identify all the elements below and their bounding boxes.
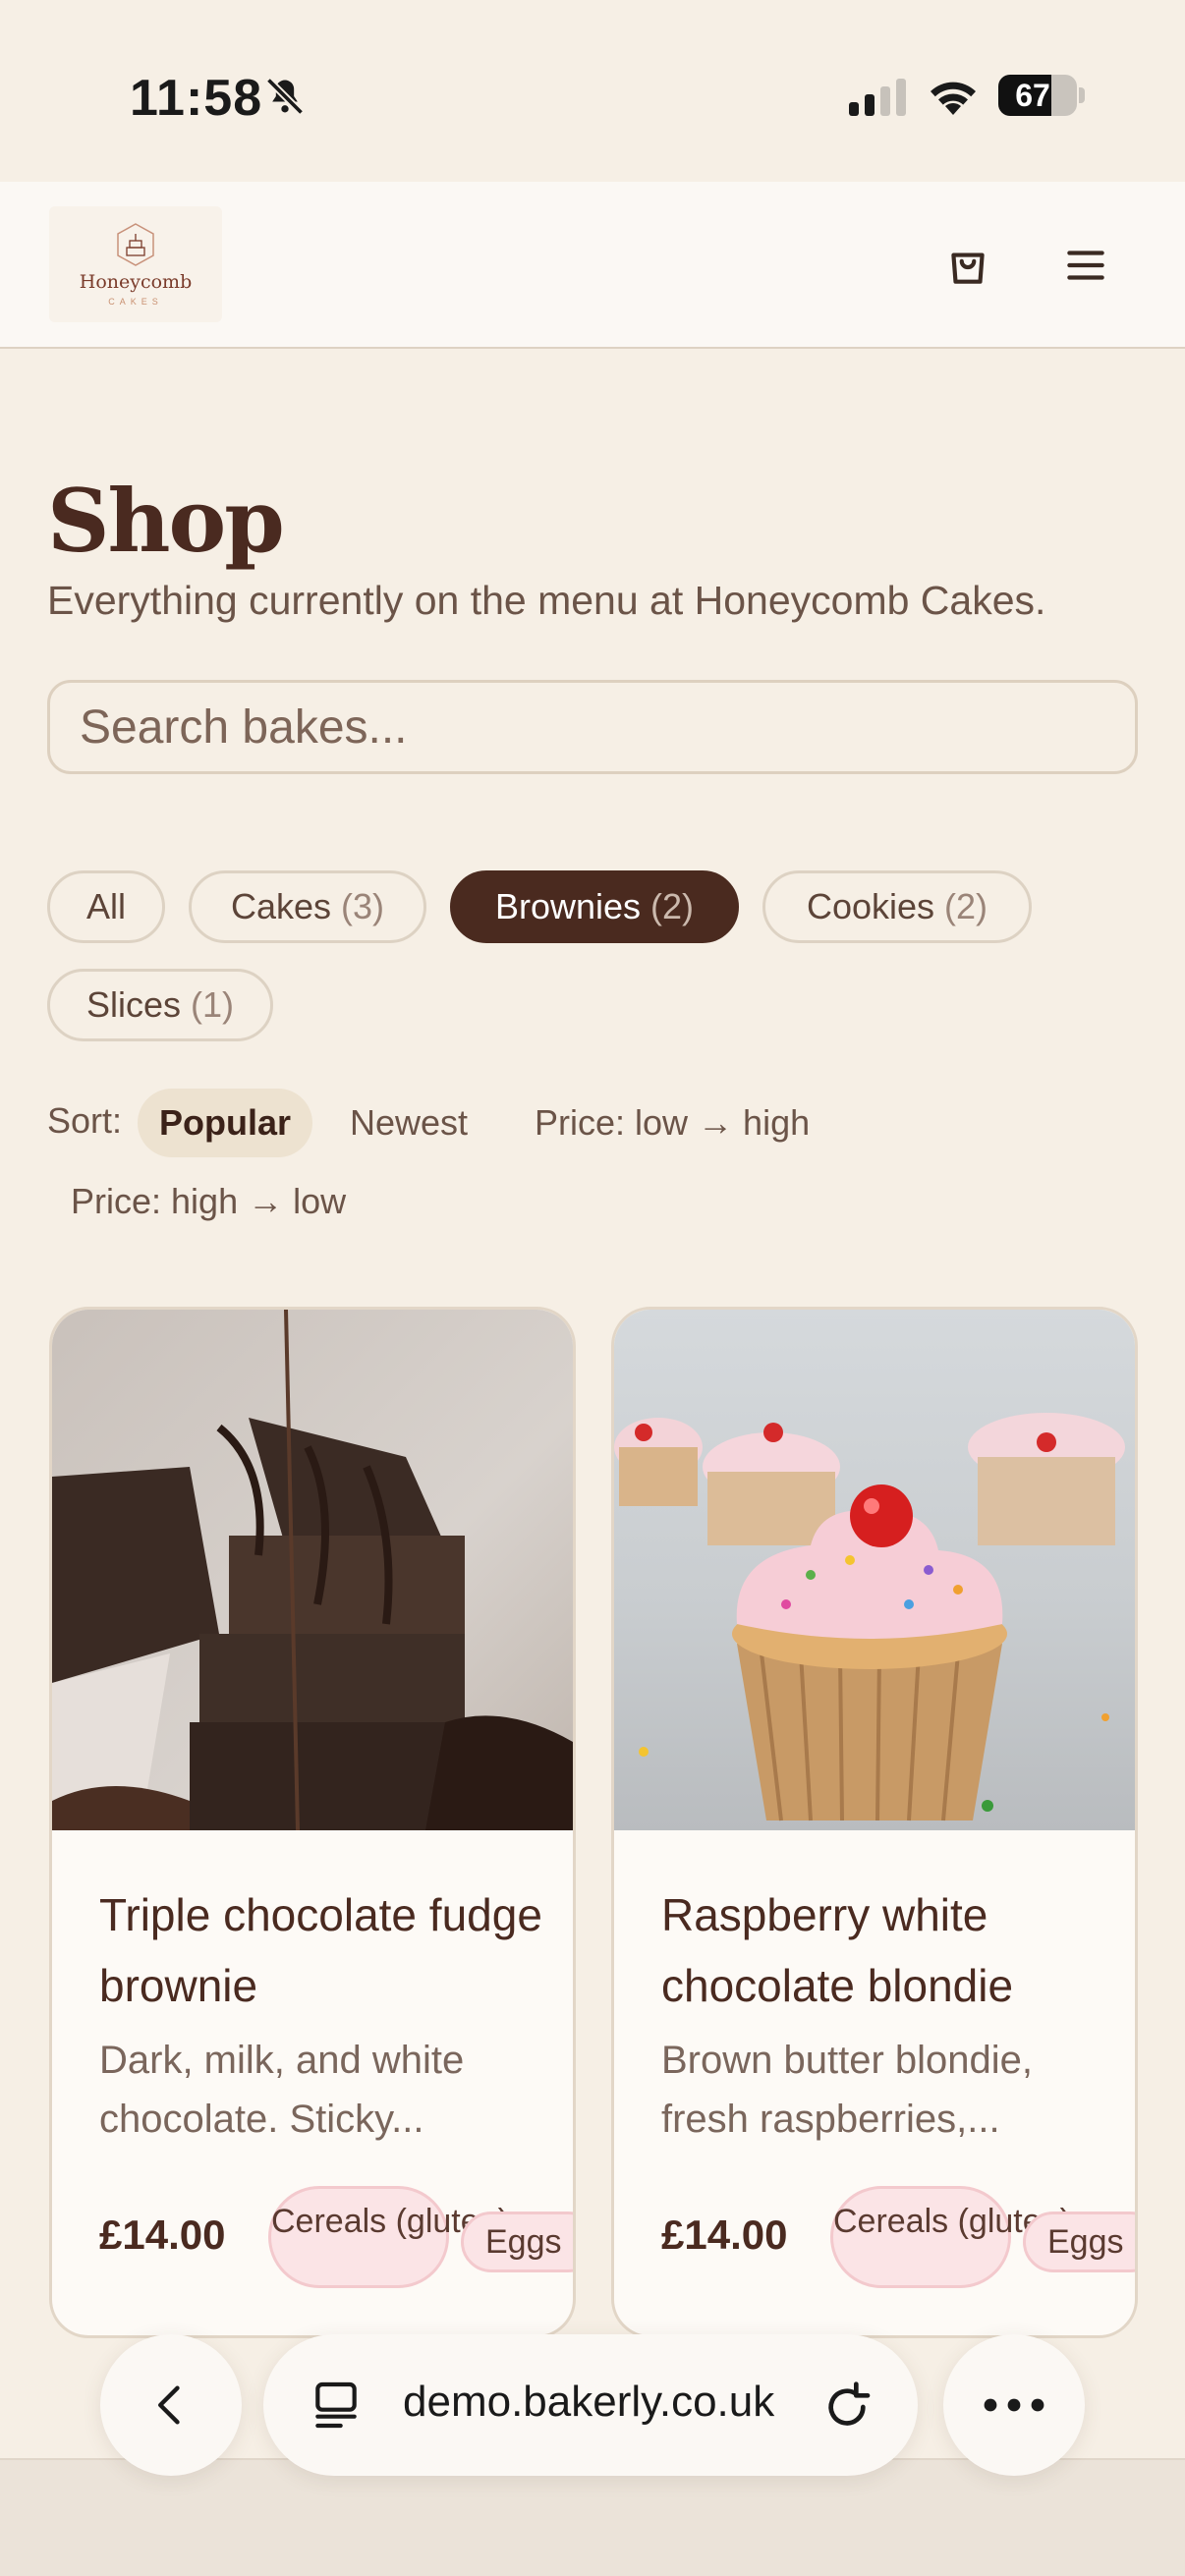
product-price: £14.00 [661, 2212, 788, 2258]
page-title: Shop [47, 470, 285, 572]
product-description: Brown butter blondie, fresh raspberries,… [661, 2039, 1034, 2141]
product-image-brownie [52, 1310, 573, 1830]
sort-option-price-low-high[interactable]: Price: low → high [513, 1089, 831, 1157]
filter-count: (3) [341, 886, 385, 926]
url-text: demo.bakerly.co.uk [403, 2378, 775, 2426]
allergen-tag: Cereals (gluten) [268, 2186, 509, 2288]
address-bar[interactable]: demo.bakerly.co.uk [263, 2334, 918, 2476]
filter-count: (2) [650, 886, 695, 926]
filter-chip-brownies[interactable]: Brownies (2) [450, 870, 739, 943]
allergen-tag: Eggs [1023, 2212, 1135, 2272]
logo-text: Honeycomb [79, 271, 193, 293]
sort-option-newest[interactable]: Newest [328, 1089, 489, 1157]
filter-label: Cookies [806, 886, 935, 926]
logo[interactable]: Honeycomb CAKES [49, 206, 222, 322]
site-header: Honeycomb CAKES [0, 182, 1185, 349]
logo-emblem-icon [117, 223, 154, 266]
menu-icon[interactable] [1061, 241, 1110, 290]
product-name[interactable]: Raspberry white chocolate blondie [661, 1879, 1113, 2021]
cart-icon[interactable] [943, 241, 992, 290]
search-input[interactable] [47, 680, 1138, 774]
filter-chip-cookies[interactable]: Cookies (2) [762, 870, 1032, 943]
logo-subtext: CAKES [108, 297, 163, 307]
product-card[interactable]: Triple chocolate fudge brownie Dark, mil… [49, 1307, 576, 2338]
battery-icon: 67 [998, 75, 1085, 116]
filter-label: Brownies [494, 886, 642, 926]
product-name[interactable]: Triple chocolate fudge brownie [99, 1879, 551, 2021]
filter-label: Cakes [230, 886, 332, 926]
product-card[interactable]: Raspberry white chocolate blondie Brown … [611, 1307, 1138, 2338]
page-subtitle: Everything currently on the menu at Hone… [47, 578, 1046, 623]
sort-option-price-high-low[interactable]: Price: high → low [49, 1167, 367, 1236]
product-description: Dark, milk, and white chocolate. Sticky.… [99, 2039, 465, 2141]
wifi-icon [931, 82, 976, 115]
filter-count: (1) [191, 984, 235, 1025]
bell-slash-icon [265, 77, 305, 116]
filter-chip-cakes[interactable]: Cakes (3) [189, 870, 426, 943]
more-icon [984, 2398, 1044, 2412]
status-bar: 11:58 67 [0, 0, 1185, 182]
sort-option-popular[interactable]: Popular [138, 1089, 313, 1157]
filter-chip-all[interactable]: All [47, 870, 165, 943]
filter-chip-slices[interactable]: Slices (1) [47, 969, 273, 1041]
browser-toolbar-background [0, 2458, 1185, 2576]
allergen-tag: Eggs [461, 2212, 573, 2272]
signal-icon [849, 79, 906, 116]
sort-label: Sort: [47, 1100, 123, 1141]
filter-count: (2) [944, 886, 988, 926]
product-price: £14.00 [99, 2212, 226, 2258]
more-button[interactable] [943, 2334, 1085, 2476]
reload-icon[interactable] [819, 2380, 875, 2435]
back-button[interactable] [100, 2334, 242, 2476]
allergen-tag: Cereals (gluten) [830, 2186, 1071, 2288]
product-image-blondie [614, 1310, 1135, 1830]
status-time: 11:58 [130, 70, 263, 127]
tabs-icon[interactable] [309, 2378, 364, 2433]
battery-level: 67 [1015, 78, 1050, 113]
filter-label: Slices [85, 984, 181, 1025]
filter-label: All [85, 886, 126, 926]
back-icon [158, 2385, 180, 2425]
